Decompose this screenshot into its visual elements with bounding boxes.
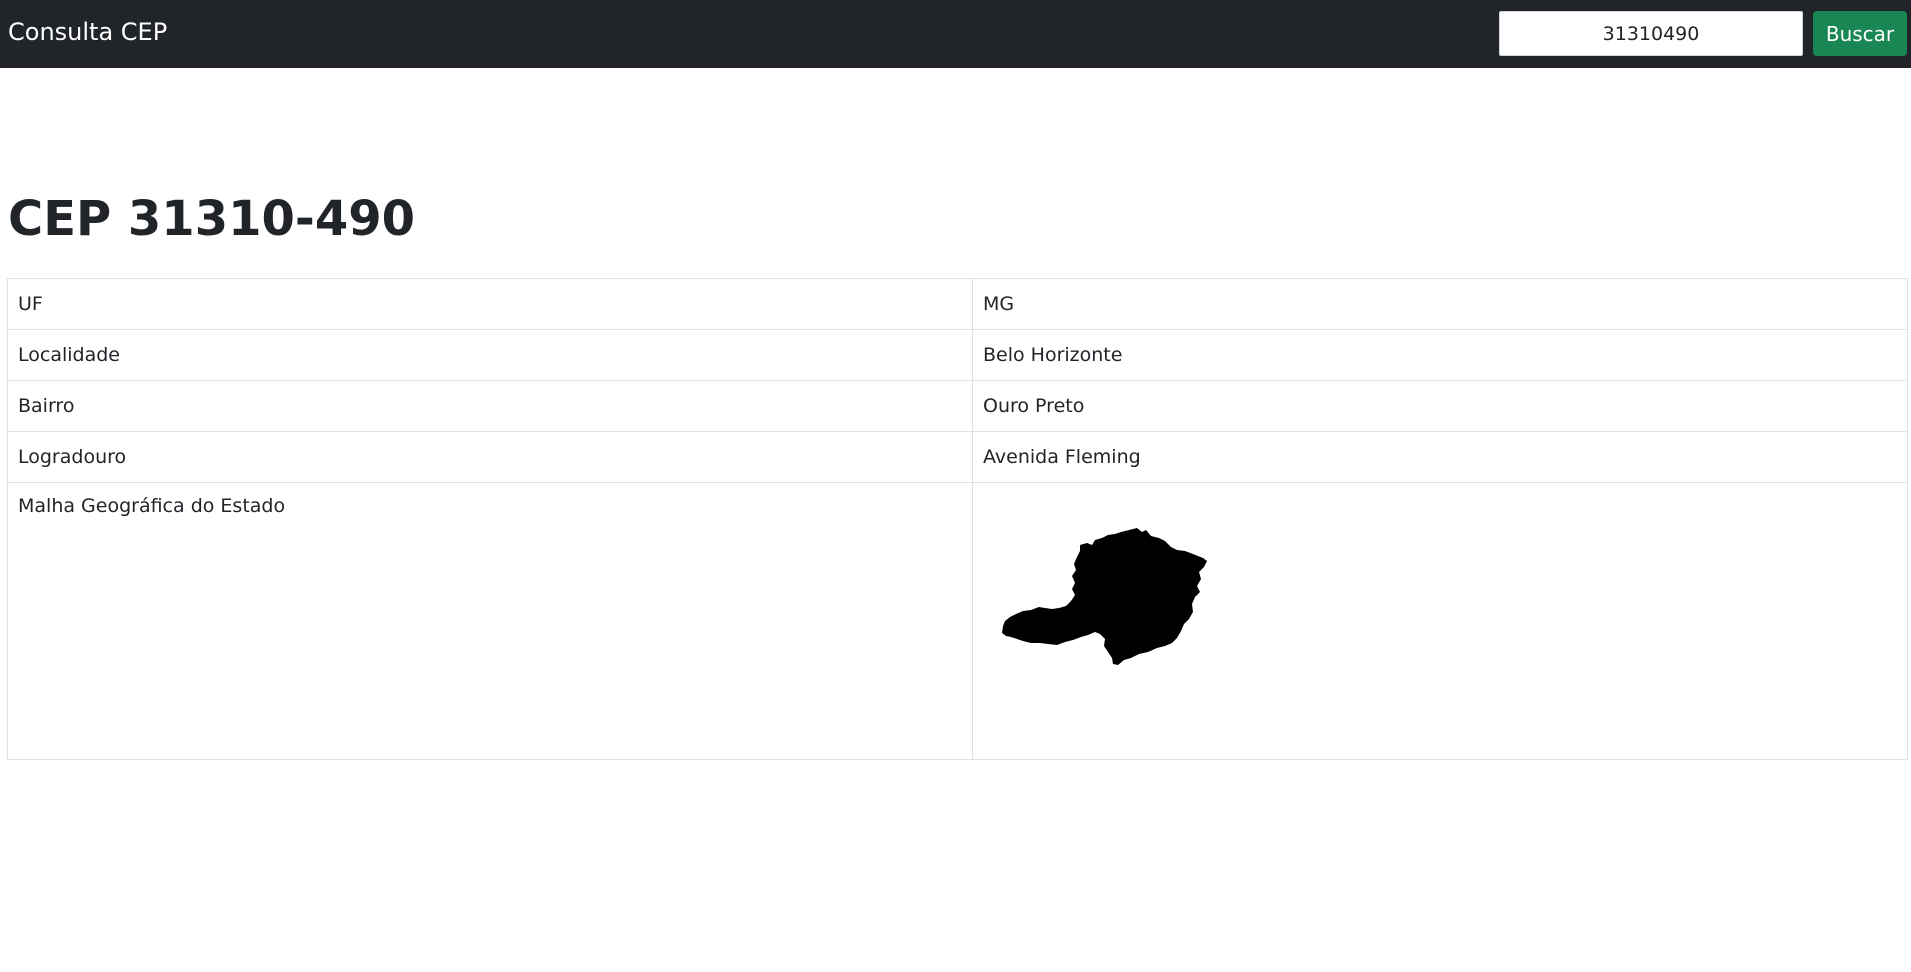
state-map-image bbox=[1001, 528, 1231, 708]
row-value: MG bbox=[972, 278, 1908, 330]
map-cell bbox=[972, 482, 1908, 760]
cep-search-input[interactable] bbox=[1499, 11, 1803, 56]
search-button[interactable]: Buscar bbox=[1813, 11, 1907, 56]
row-label: UF bbox=[7, 278, 973, 330]
row-label: Localidade bbox=[7, 329, 973, 381]
table-row: UF MG bbox=[7, 278, 1908, 330]
cep-info-table: UF MG Localidade Belo Horizonte Bairro O… bbox=[7, 278, 1908, 760]
top-navbar: Consulta CEP Buscar bbox=[0, 0, 1911, 68]
row-label: Logradouro bbox=[7, 431, 973, 483]
table-row: Logradouro Avenida Fleming bbox=[7, 431, 1908, 483]
row-value: Belo Horizonte bbox=[972, 329, 1908, 381]
row-value: Ouro Preto bbox=[972, 380, 1908, 432]
row-label: Bairro bbox=[7, 380, 973, 432]
minas-gerais-map-icon bbox=[1002, 528, 1207, 665]
navbar-brand[interactable]: Consulta CEP bbox=[8, 17, 167, 47]
table-row-map: Malha Geográfica do Estado bbox=[7, 482, 1908, 760]
table-row: Localidade Belo Horizonte bbox=[7, 329, 1908, 381]
row-value: Avenida Fleming bbox=[972, 431, 1908, 483]
table-row: Bairro Ouro Preto bbox=[7, 380, 1908, 432]
page-title: CEP 31310-490 bbox=[8, 191, 416, 247]
row-label: Malha Geográfica do Estado bbox=[7, 482, 973, 760]
